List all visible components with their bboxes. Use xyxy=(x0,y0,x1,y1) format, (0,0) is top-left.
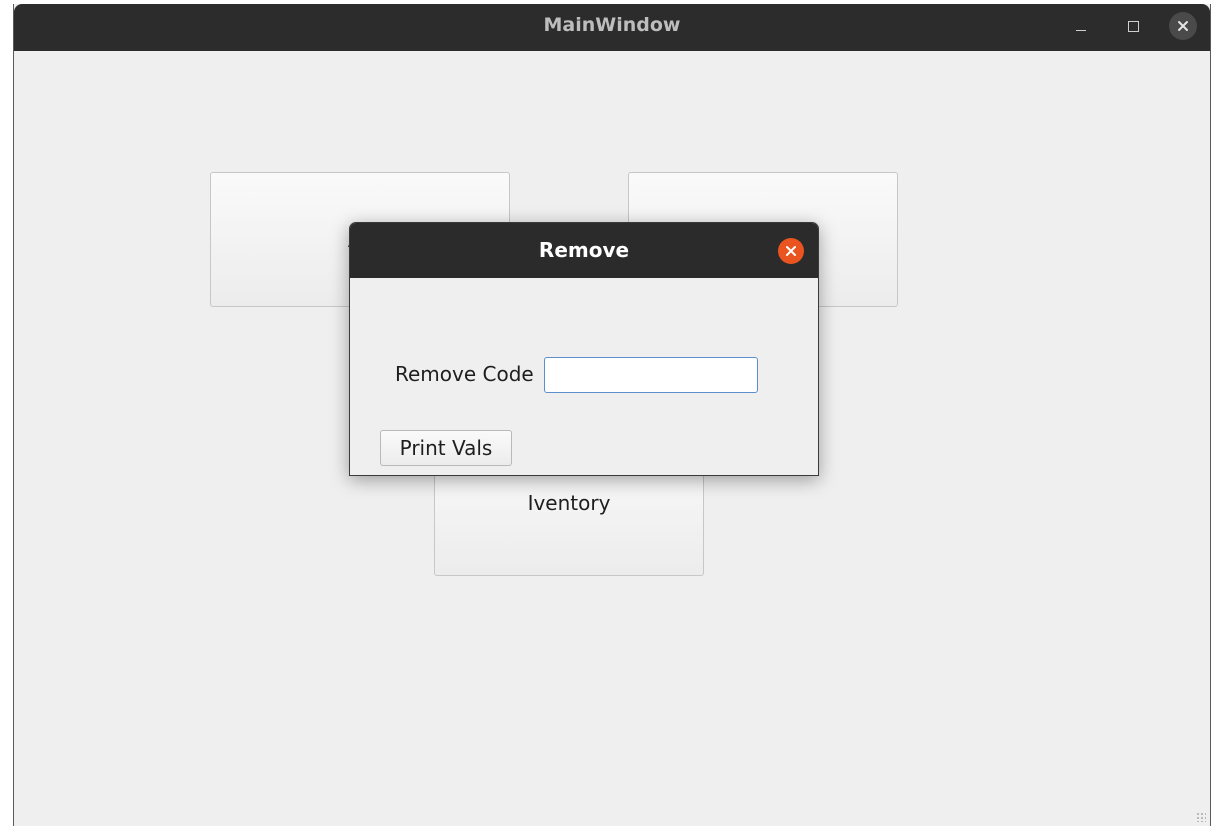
remove-dialog: Remove Remove Code Print Vals xyxy=(349,222,819,476)
close-icon xyxy=(1178,21,1188,31)
dialog-titlebar[interactable]: Remove xyxy=(350,223,818,278)
close-button[interactable] xyxy=(1169,12,1197,40)
close-icon xyxy=(786,246,796,256)
inventory-button-label: Iventory xyxy=(527,491,611,515)
window-titlebar[interactable]: MainWindow xyxy=(14,4,1210,51)
maximize-button[interactable] xyxy=(1119,12,1147,40)
print-vals-button[interactable]: Print Vals xyxy=(380,430,512,466)
dialog-title: Remove xyxy=(538,238,630,262)
maximize-icon xyxy=(1127,20,1139,32)
resize-grip[interactable] xyxy=(1196,812,1206,822)
minimize-button[interactable] xyxy=(1067,12,1095,40)
print-vals-label: Print Vals xyxy=(399,436,493,460)
remove-code-label: Remove Code xyxy=(395,362,534,386)
remove-code-input[interactable] xyxy=(544,357,758,393)
minimize-icon xyxy=(1076,29,1086,31)
dialog-close-button[interactable] xyxy=(778,238,804,264)
window-title: MainWindow xyxy=(543,14,681,36)
